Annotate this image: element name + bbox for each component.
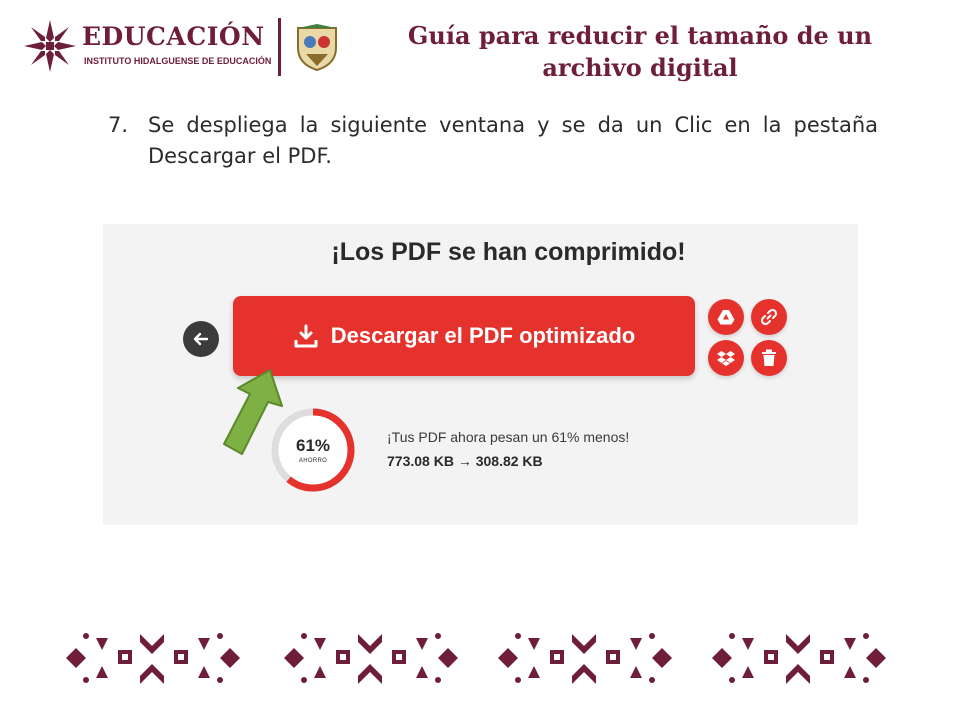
- download-icon: [294, 324, 318, 348]
- logo-subtitle: INSTITUTO HIDALGUENSE DE EDUCACIÓN: [84, 56, 272, 66]
- trash-icon: [762, 349, 776, 366]
- save-to-drive-button[interactable]: [708, 299, 744, 335]
- link-icon: [760, 308, 778, 326]
- result-heading: ¡Los PDF se han comprimido!: [331, 238, 686, 266]
- size-before: 773.08 KB: [387, 453, 454, 469]
- copy-link-button[interactable]: [751, 299, 787, 335]
- embroidery-footer-ornament: [66, 633, 886, 684]
- delete-button[interactable]: [751, 340, 787, 376]
- download-button-label: Descargar el PDF optimizado: [330, 323, 636, 348]
- step-text: Se despliega la siguiente ventana y se d…: [148, 113, 878, 168]
- size-after: 308.82 KB: [475, 453, 543, 469]
- file-sizes: 773.08 KB → 308.82 KB: [387, 453, 543, 469]
- arrow-left-icon: [193, 332, 209, 346]
- back-button[interactable]: [183, 321, 219, 357]
- logo-word: EDUCACIÓN: [82, 22, 265, 51]
- page-title-line1: Guía para reducir el tamaño de un: [407, 21, 873, 50]
- savings-label: AHORRO: [298, 458, 328, 464]
- size-arrow-icon: →: [457, 453, 472, 469]
- page-title-line2: archivo digital: [542, 53, 738, 82]
- logo-divider: [278, 18, 281, 76]
- star-emblem-icon: [24, 20, 76, 72]
- instruction-step: 7. Se despliega la siguiente ventana y s…: [108, 110, 878, 172]
- dropbox-icon: [717, 351, 735, 366]
- download-optimized-pdf-button[interactable]: Descargar el PDF optimizado: [233, 296, 695, 376]
- google-drive-icon: [717, 310, 735, 325]
- page-title: Guía para reducir el tamaño de un archiv…: [380, 20, 900, 84]
- step-number: 7.: [108, 113, 129, 137]
- green-pointer-arrow-icon: [223, 369, 283, 455]
- savings-message: ¡Tus PDF ahora pesan un 61% menos!: [387, 429, 630, 445]
- save-to-dropbox-button[interactable]: [708, 340, 744, 376]
- institution-logo: EDUCACIÓN INSTITUTO HIDALGUENSE DE EDUCA…: [24, 18, 344, 80]
- state-crest-icon: [297, 24, 337, 72]
